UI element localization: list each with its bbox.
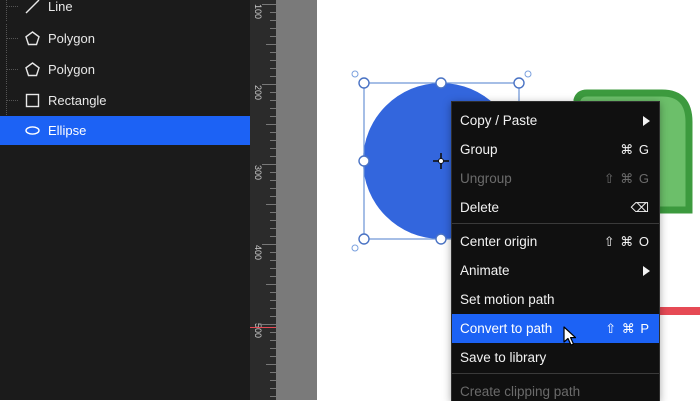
resize-handle[interactable] [513, 77, 525, 89]
tree-connector [0, 55, 20, 84]
polygon-icon [25, 31, 40, 46]
shortcut-label: ⇧ ⌘ G [603, 171, 650, 186]
layer-item-rectangle[interactable]: Rectangle [0, 86, 250, 115]
resize-handle[interactable] [435, 77, 447, 89]
pasteboard-area [276, 0, 317, 400]
layer-item-ellipse[interactable]: Ellipse [0, 116, 250, 145]
layers-panel: Line Polygon Polygon Rectangle Ellipse [0, 0, 250, 400]
layer-label: Rectangle [48, 93, 107, 108]
menu-item-group[interactable]: Group ⌘ G [452, 135, 659, 164]
mouse-pointer-icon [563, 326, 577, 346]
layer-label: Ellipse [48, 123, 87, 138]
menu-item-label: Set motion path [460, 292, 555, 307]
layer-label: Polygon [48, 31, 95, 46]
tree-connector [0, 0, 20, 21]
menu-item-center-origin[interactable]: Center origin ⇧ ⌘ O [452, 227, 659, 256]
ruler-label: 400 [253, 245, 263, 261]
shortcut-label: ⌘ G [620, 142, 650, 157]
ruler-label: 300 [253, 165, 263, 181]
tree-connector [0, 86, 20, 115]
menu-item-animate[interactable]: Animate [452, 256, 659, 285]
vertical-ruler: 100 200 300 400 500 [250, 0, 276, 400]
menu-item-convert-to-path[interactable]: Convert to path ⇧ ⌘ P [452, 314, 659, 343]
ruler-tick [262, 84, 276, 85]
menu-item-ungroup[interactable]: Ungroup ⇧ ⌘ G [452, 164, 659, 193]
menu-item-label: Animate [460, 263, 510, 278]
tree-connector [0, 116, 20, 145]
ruler-tick [262, 244, 276, 245]
ruler-tick [266, 364, 276, 365]
rectangle-icon [25, 93, 40, 108]
resize-handle[interactable] [358, 155, 370, 167]
ruler-tick [266, 44, 276, 45]
menu-item-save-to-library[interactable]: Save to library [452, 343, 659, 372]
polygon-icon [25, 62, 40, 77]
shortcut-label: ⇧ ⌘ O [603, 234, 650, 249]
ruler-tick [266, 284, 276, 285]
layer-label: Line [48, 0, 73, 14]
menu-divider [452, 373, 659, 374]
submenu-arrow-icon [643, 116, 650, 126]
ruler-label: 200 [253, 85, 263, 101]
menu-item-label: Convert to path [460, 321, 553, 336]
resize-handle[interactable] [435, 233, 447, 245]
line-icon [25, 0, 40, 14]
ruler-label: 500 [253, 323, 263, 339]
resize-handle[interactable] [358, 233, 370, 245]
ruler-position-marker [250, 327, 276, 328]
backspace-icon: ⌫ [630, 200, 650, 215]
menu-item-copy-paste[interactable]: Copy / Paste [452, 106, 659, 135]
menu-item-label: Delete [460, 200, 500, 215]
menu-item-label: Center origin [460, 234, 538, 249]
ruler-tick [262, 324, 276, 325]
layer-label: Polygon [48, 62, 95, 77]
ruler-tick [262, 164, 276, 165]
tree-connector [0, 24, 20, 53]
menu-item-label: Ungroup [460, 171, 512, 186]
shortcut-label: ⇧ ⌘ P [605, 321, 650, 336]
rotate-handle[interactable] [524, 70, 532, 78]
ruler-label: 100 [253, 4, 263, 20]
ellipse-icon [25, 126, 40, 135]
menu-item-label: Save to library [460, 350, 547, 365]
layer-item-polygon-2[interactable]: Polygon [0, 55, 250, 84]
menu-item-label: Copy / Paste [460, 113, 538, 128]
menu-item-create-clipping-path[interactable]: Create clipping path [452, 377, 659, 401]
ruler-tick [266, 124, 276, 125]
ruler-tick [262, 4, 276, 5]
resize-handle[interactable] [358, 77, 370, 89]
submenu-arrow-icon [643, 266, 650, 276]
menu-item-set-motion-path[interactable]: Set motion path [452, 285, 659, 314]
menu-item-label: Create clipping path [460, 384, 581, 399]
rotate-handle[interactable] [351, 70, 359, 78]
layer-item-polygon[interactable]: Polygon [0, 24, 250, 53]
layer-item-line[interactable]: Line [0, 0, 250, 21]
ruler-tick [266, 204, 276, 205]
menu-item-label: Group [460, 142, 498, 157]
menu-divider [452, 223, 659, 224]
context-menu: Copy / Paste Group ⌘ G Ungroup ⇧ ⌘ G Del… [451, 101, 660, 401]
menu-item-delete[interactable]: Delete ⌫ [452, 193, 659, 222]
rotate-handle[interactable] [351, 244, 359, 252]
